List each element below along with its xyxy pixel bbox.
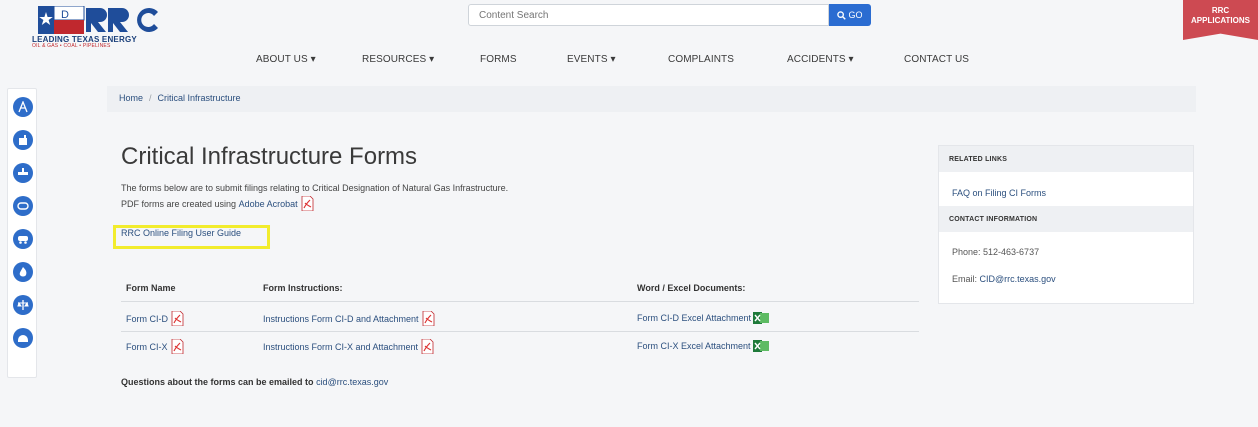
excel-cell: Form CI-D Excel Attachment [637,311,770,325]
breadcrumb-current[interactable]: Critical Infrastructure [158,93,241,103]
instructions-cell: Instructions Form CI-X and Attachment [263,339,434,354]
nav-complaints[interactable]: COMPLAINTS [668,54,734,65]
pdf-icon[interactable] [170,311,184,326]
logo-subline: OIL & GAS • COAL • PIPELINES [32,43,111,49]
nav-about-us[interactable]: ABOUT US ▾ [256,54,316,65]
rrc-applications-button[interactable]: RRC APPLICATIONS [1183,0,1258,40]
breadcrumb-home[interactable]: Home [119,93,143,103]
sidebar [7,88,37,378]
form-ci-d-link[interactable]: Form CI-D [126,314,168,324]
form-ci-x-link[interactable]: Form CI-X [126,342,168,352]
contact-email-link[interactable]: CID@rrc.texas.gov [980,274,1056,284]
tank-icon[interactable] [13,196,33,216]
pdf-icon[interactable] [421,311,435,326]
table-row: Form CI-X [126,339,184,354]
online-filing-user-guide-link[interactable]: RRC Online Filing User Guide [121,228,241,238]
excel-ci-d-link[interactable]: Form CI-D Excel Attachment [637,313,751,323]
search-icon [837,10,847,20]
rrc-logo[interactable]: D LEADING TEXAS ENERGY OIL & GAS • COAL … [32,4,172,50]
storage-icon[interactable] [13,328,33,348]
related-links-header: RELATED LINKS [939,146,1193,172]
table-row: Form CI-D [126,311,184,326]
nav-contact-us[interactable]: CONTACT US [904,54,969,65]
page-title: Critical Infrastructure Forms [121,143,418,170]
search-go-label: GO [848,10,863,20]
nav-events[interactable]: EVENTS ▾ [567,54,616,65]
questions-prefix: Questions about the forms can be emailed… [121,377,314,387]
truck-icon[interactable] [13,229,33,249]
nav-forms[interactable]: FORMS [480,54,517,65]
flame-icon[interactable] [13,262,33,282]
acrobat-note-prefix: PDF forms are created using [121,198,237,209]
excel-icon[interactable] [752,339,769,353]
svg-text:D: D [61,9,69,21]
adobe-acrobat-link[interactable]: Adobe Acrobat [239,199,298,209]
content-search: GO [468,4,871,26]
excel-ci-x-link[interactable]: Form CI-X Excel Attachment [637,341,751,351]
pdf-icon [301,196,314,211]
search-go-button[interactable]: GO [829,4,871,26]
apps-line1: RRC [1211,6,1230,15]
nav-accidents[interactable]: ACCIDENTS ▾ [787,54,854,65]
instructions-cell: Instructions Form CI-D and Attachment [263,311,435,326]
questions-email-link[interactable]: cid@rrc.texas.gov [316,377,388,387]
instructions-ci-d-link[interactable]: Instructions Form CI-D and Attachment [263,314,419,324]
related-links-panel: RELATED LINKS FAQ on Filing CI Forms CON… [938,145,1194,304]
col-form-name: Form Name [126,283,176,293]
pipeline-icon[interactable] [13,163,33,183]
contact-phone: Phone: 512-463-6737 [952,247,1040,257]
texas-rrc-logo-mark: D [38,6,158,34]
pdf-icon[interactable] [420,339,434,354]
gavel-icon[interactable] [13,295,33,315]
search-input[interactable] [468,4,829,26]
nav-resources[interactable]: RESOURCES ▾ [362,54,434,65]
breadcrumb-separator: / [149,93,152,103]
excel-cell: Form CI-X Excel Attachment [637,339,769,353]
faq-filing-ci-forms-link[interactable]: FAQ on Filing CI Forms [952,188,1046,198]
contact-information-header: CONTACT INFORMATION [939,206,1193,232]
excel-icon[interactable] [753,311,770,325]
instructions-ci-x-link[interactable]: Instructions Form CI-X and Attachment [263,342,418,352]
pdf-icon[interactable] [170,339,184,354]
contact-email-prefix: Email: [952,274,978,284]
breadcrumb: Home / Critical Infrastructure [107,86,1196,112]
oil-derrick-icon[interactable] [13,97,33,117]
col-form-instructions: Form Instructions: [263,283,343,293]
intro-text: The forms below are to submit filings re… [121,183,509,193]
factory-icon[interactable] [13,130,33,150]
col-word-excel: Word / Excel Documents: [637,283,746,293]
main-nav: ABOUT US ▾ RESOURCES ▾ FORMS EVENTS ▾ CO… [0,54,1258,68]
questions-note: Questions about the forms can be emailed… [121,377,388,387]
apps-line2: APPLICATIONS [1191,16,1250,25]
acrobat-note: PDF forms are created using Adobe Acroba… [121,196,314,211]
table-row-divider [121,331,919,332]
table-header-divider [121,301,919,302]
page: D LEADING TEXAS ENERGY OIL & GAS • COAL … [0,0,1258,427]
contact-email: Email: CID@rrc.texas.gov [952,274,1056,284]
